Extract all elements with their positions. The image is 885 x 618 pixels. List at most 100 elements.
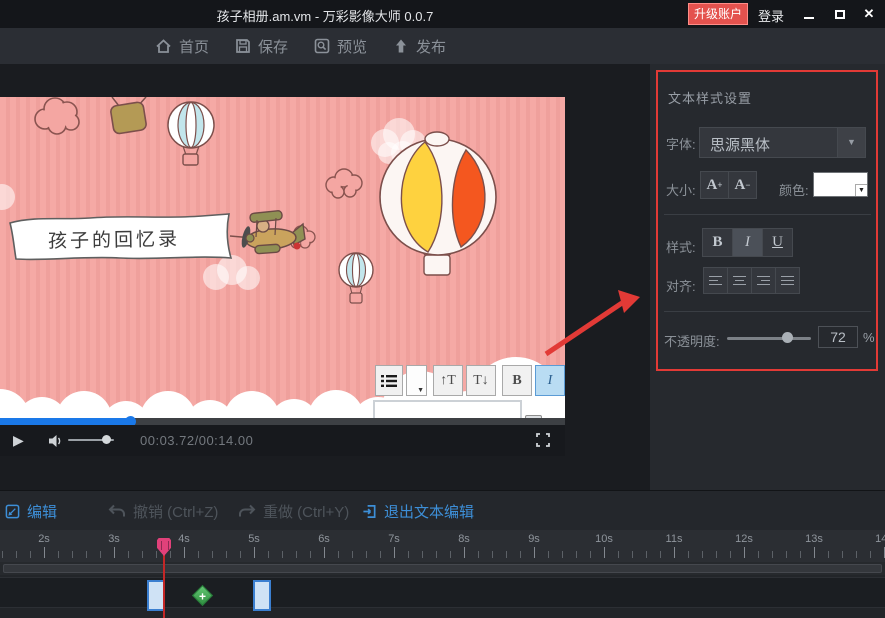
publish-button[interactable]: 发布	[393, 36, 446, 57]
titlebar: 孩子相册.am.vm - 万彩影像大师 0.0.7 升级账户 登录 ✕	[0, 0, 885, 28]
underline-style-button[interactable]: U	[762, 228, 793, 257]
bold-style-button[interactable]: B	[702, 228, 733, 257]
timeline-track[interactable]: +	[0, 577, 885, 608]
bullet-list-icon	[381, 374, 397, 388]
login-button[interactable]: 登录	[758, 6, 784, 25]
preview-icon	[314, 38, 330, 54]
video-progress-bar[interactable]	[0, 418, 565, 425]
ruler-tick-label: 2s	[32, 533, 56, 545]
chevron-down-icon[interactable]: ▼	[837, 128, 865, 157]
align-justify-button[interactable]	[775, 267, 800, 294]
font-label: 字体:	[666, 134, 696, 153]
save-icon	[235, 38, 251, 54]
edit-toolbar: 编辑 撤销 (Ctrl+Z) 重做 (Ctrl+Y) 退出文本编辑	[0, 490, 885, 530]
align-left-button[interactable]	[703, 267, 728, 294]
align-center-button[interactable]	[727, 267, 752, 294]
save-button[interactable]: 保存	[235, 36, 288, 57]
upgrade-account-button[interactable]: 升级账户	[688, 3, 748, 25]
minimize-icon	[804, 17, 814, 19]
font-size-decrease-button[interactable]: A−	[728, 171, 757, 199]
minimize-button[interactable]	[800, 6, 818, 22]
edit-button[interactable]: 编辑	[5, 491, 57, 531]
volume-icon[interactable]	[48, 434, 64, 453]
size-label: 大小:	[666, 180, 696, 199]
opacity-label: 不透明度:	[664, 331, 720, 350]
close-button[interactable]: ✕	[860, 6, 878, 22]
timeline-ruler[interactable]: 2s3s4s5s6s7s8s9s10s11s12s13s14s	[0, 530, 885, 562]
align-left-icon	[709, 276, 722, 286]
ruler-minor-ticks	[2, 551, 885, 558]
pencil-icon	[5, 504, 20, 519]
annotation-arrow	[538, 288, 642, 362]
preview-button[interactable]: 预览	[314, 36, 367, 57]
preview-canvas[interactable]: 孩子的回忆录 ▼ ↑T T↓ B I 快乐时光 ◂▸	[0, 97, 565, 425]
align-right-button[interactable]	[751, 267, 776, 294]
ruler-tick-major	[394, 547, 395, 558]
timeline-scrollbar[interactable]	[0, 562, 885, 575]
playback-time: 00:03.72/00:14.00	[140, 433, 253, 448]
fullscreen-button[interactable]	[535, 432, 551, 453]
ruler-tick-label: 6s	[312, 533, 336, 545]
ruler-tick-label: 7s	[382, 533, 406, 545]
ruler-tick-label: 5s	[242, 533, 266, 545]
ruler-tick-major	[744, 547, 745, 558]
italic-button[interactable]: I	[535, 365, 565, 396]
ruler-tick-major	[464, 547, 465, 558]
ruler-tick-label: 12s	[732, 533, 756, 545]
align-label: 对齐:	[666, 276, 696, 295]
font-decrease-button[interactable]: T↓	[466, 365, 496, 396]
italic-style-button[interactable]: I	[732, 228, 763, 257]
ruler-tick-major	[44, 547, 45, 558]
undo-button[interactable]: 撤销 (Ctrl+Z)	[108, 491, 218, 531]
chevron-down-icon[interactable]: ▼	[855, 184, 867, 196]
maximize-button[interactable]	[831, 6, 849, 22]
main-toolbar: 首页 保存 预览 发布	[0, 28, 885, 64]
font-value: 思源黑体	[710, 134, 770, 155]
ruler-tick-label: 3s	[102, 533, 126, 545]
divider	[664, 311, 871, 312]
font-size-increase-button[interactable]: A+	[700, 171, 729, 199]
nav-home-button[interactable]: 首页	[155, 36, 209, 57]
font-increase-button[interactable]: ↑T	[433, 365, 463, 396]
ruler-tick-major	[184, 547, 185, 558]
player-controls: ▶ 00:03.72/00:14.00	[0, 425, 565, 456]
banner-text: 孩子的回忆录	[48, 224, 208, 254]
ruler-tick-major	[814, 547, 815, 558]
panel-title: 文本样式设置	[668, 88, 752, 107]
opacity-slider[interactable]	[727, 337, 811, 340]
progress-fill	[0, 418, 130, 425]
style-label: 样式:	[666, 237, 696, 256]
timeline-tracks[interactable]: +	[0, 575, 885, 618]
scrollbar-thumb[interactable]	[3, 564, 882, 573]
play-button[interactable]: ▶	[13, 432, 24, 449]
bullet-list-button[interactable]	[375, 365, 403, 396]
volume-handle[interactable]	[102, 435, 111, 444]
font-size-group: A+ A−	[700, 171, 756, 199]
home-icon	[155, 38, 172, 54]
publish-icon	[393, 38, 409, 54]
exit-text-edit-button[interactable]: 退出文本编辑	[362, 491, 474, 531]
bold-button[interactable]: B	[502, 365, 532, 396]
align-justify-icon	[781, 276, 794, 286]
ruler-tick-major	[324, 547, 325, 558]
font-select[interactable]: 思源黑体 ▼	[699, 127, 866, 158]
redo-button[interactable]: 重做 (Ctrl+Y)	[238, 491, 349, 531]
ruler-tick-label: 4s	[172, 533, 196, 545]
chevron-down-icon: ▼	[417, 386, 424, 394]
ruler-tick-major	[114, 547, 115, 558]
balloon-basket-icon	[110, 97, 147, 134]
ruler-tick-label: 10s	[592, 533, 616, 545]
inline-text-toolbar: ▼ ↑T T↓ B I	[375, 365, 565, 396]
text-color-dropdown-button[interactable]: ▼	[406, 365, 427, 396]
color-swatch[interactable]: ▼	[813, 172, 868, 197]
opacity-value-box[interactable]: 72	[818, 326, 858, 348]
clip-handle-right[interactable]	[253, 580, 271, 611]
ruler-tick-label: 11s	[662, 533, 686, 545]
redo-icon	[238, 504, 256, 518]
ruler-tick-label: 9s	[522, 533, 546, 545]
add-keyframe-diamond[interactable]: +	[192, 585, 213, 606]
application-window: 孩子相册.am.vm - 万彩影像大师 0.0.7 升级账户 登录 ✕ 首页 保…	[0, 0, 885, 618]
ruler-tick-label: 13s	[802, 533, 826, 545]
align-right-icon	[757, 276, 770, 286]
hot-air-balloon-blue-icon	[168, 102, 214, 165]
